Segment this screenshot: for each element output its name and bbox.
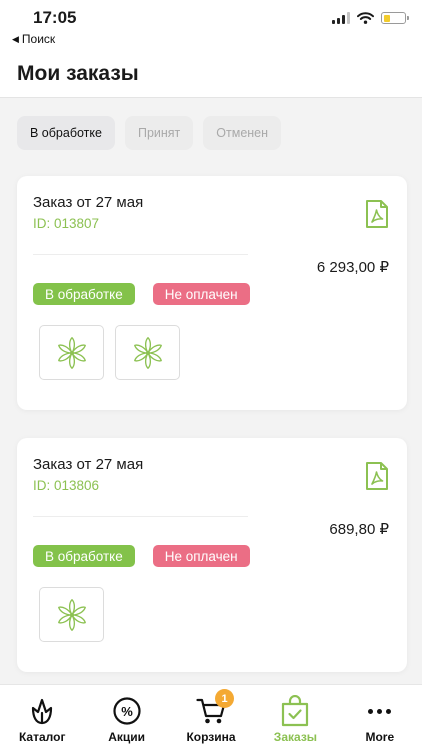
back-arrow-icon: ◀ — [12, 33, 19, 44]
divider — [33, 254, 248, 255]
order-items — [39, 325, 180, 380]
flower-logo-icon — [57, 598, 86, 631]
battery-icon — [381, 12, 409, 24]
order-items — [39, 587, 104, 642]
order-item-thumbnail[interactable] — [39, 325, 104, 380]
shopping-bag-icon — [280, 695, 310, 727]
flower-logo-icon — [57, 336, 86, 369]
payment-badge: Не оплачен — [152, 283, 250, 305]
status-badge: В обработке — [33, 283, 135, 305]
order-item-thumbnail[interactable] — [39, 587, 104, 642]
pdf-document-icon[interactable] — [365, 200, 389, 228]
order-title: Заказ от 27 мая — [33, 456, 144, 473]
more-dots-icon — [365, 695, 395, 727]
header: 17:05 ◀ Поиск Мои заказы — [0, 0, 422, 98]
flower-logo-icon — [133, 336, 162, 369]
cart-icon: 1 — [196, 689, 235, 727]
tab-orders[interactable]: Заказы — [253, 685, 337, 750]
filter-tab-cancelled[interactable]: Отменен — [203, 116, 282, 150]
battery-level — [383, 14, 390, 22]
tab-promotions-label: Акции — [108, 730, 146, 744]
wifi-icon — [357, 12, 374, 24]
tab-catalog[interactable]: Каталог — [0, 685, 84, 750]
filter-tab-processing[interactable]: В обработке — [17, 116, 115, 150]
order-total: 6 293,00 ₽ — [316, 259, 389, 276]
tulip-icon — [27, 695, 57, 727]
tab-promotions[interactable]: % Акции — [84, 685, 168, 750]
back-label: Поиск — [21, 32, 56, 46]
bottom-tab-bar: Каталог % Акции 1 Корзина Заказы More — [0, 684, 422, 750]
order-id: ID: 013806 — [33, 478, 100, 493]
order-card[interactable]: Заказ от 27 мая ID: 013806 689,80 ₽ В об… — [17, 438, 407, 672]
status-icons — [332, 12, 409, 24]
order-total: 689,80 ₽ — [329, 521, 389, 538]
order-title: Заказ от 27 мая — [33, 194, 144, 211]
order-id: ID: 013807 — [33, 216, 100, 231]
tab-cart[interactable]: 1 Корзина — [169, 685, 253, 750]
page-title: Мои заказы — [17, 62, 139, 85]
tab-more-label: More — [365, 730, 395, 744]
status-badge: В обработке — [33, 545, 135, 567]
order-badges: В обработке Не оплачен — [33, 283, 250, 305]
cart-count-badge: 1 — [215, 689, 235, 708]
tab-more[interactable]: More — [338, 685, 422, 750]
tab-cart-label: Корзина — [186, 730, 236, 744]
order-item-thumbnail[interactable] — [115, 325, 180, 380]
order-filter-tabs: В обработке Принят Отменен — [17, 116, 282, 150]
percent-icon: % — [112, 695, 142, 727]
order-badges: В обработке Не оплачен — [33, 545, 250, 567]
back-link[interactable]: ◀ Поиск — [12, 32, 55, 46]
divider — [33, 516, 248, 517]
status-time: 17:05 — [33, 8, 77, 27]
filter-tab-accepted[interactable]: Принят — [124, 116, 194, 150]
tab-orders-label: Заказы — [273, 730, 318, 744]
svg-text:%: % — [121, 704, 133, 719]
pdf-document-icon[interactable] — [365, 462, 389, 490]
tab-catalog-label: Каталог — [18, 730, 66, 744]
payment-badge: Не оплачен — [152, 545, 250, 567]
cellular-signal-icon — [332, 12, 350, 24]
order-card[interactable]: Заказ от 27 мая ID: 013807 6 293,00 ₽ В … — [17, 176, 407, 410]
